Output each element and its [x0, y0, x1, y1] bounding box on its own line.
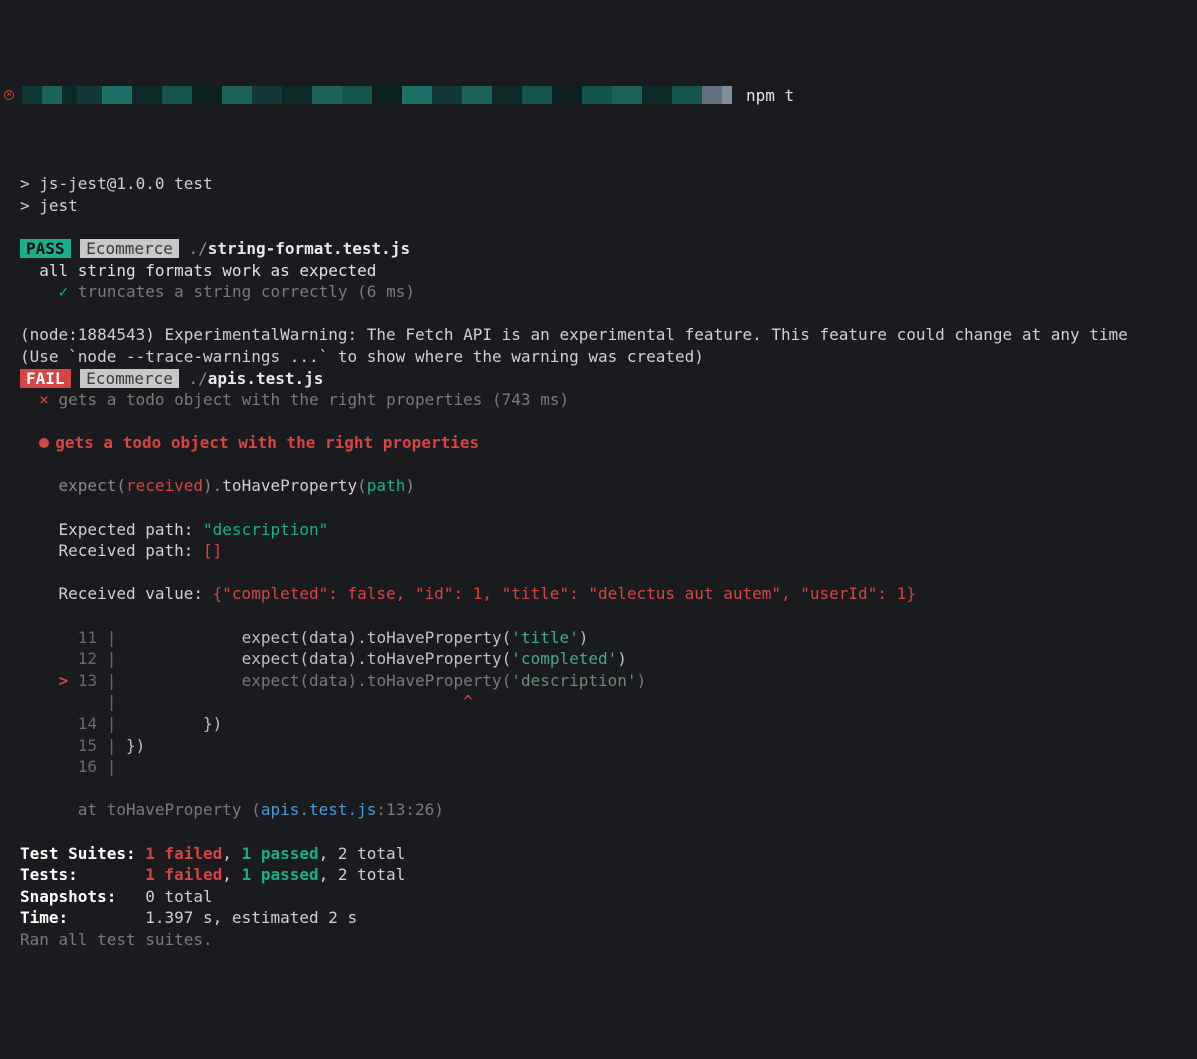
received-path-row: Received path: []: [59, 541, 223, 560]
fail-bullet-icon: [39, 438, 49, 448]
fail-test-title: gets a todo object with the right proper…: [55, 433, 479, 452]
summary-suites: Test Suites: 1 failed, 1 passed, 2 total: [20, 844, 405, 863]
suite-fail-row: FAIL Ecommerce ./apis.test.js: [20, 369, 323, 388]
suite-dir: ./: [189, 369, 208, 388]
suite-pass-row: PASS Ecommerce ./string-format.test.js: [20, 239, 410, 258]
code-caret-line: | ^: [20, 692, 473, 711]
code-line-16: 16 |: [20, 757, 116, 776]
summary-snapshots: Snapshots: 0 total: [20, 887, 213, 906]
node-warning-line-2: (Use `node --trace-warnings ...` to show…: [20, 347, 704, 366]
stack-trace-line: at toHaveProperty (apis.test.js:13:26): [78, 800, 444, 819]
describe-line: all string formats work as expected: [39, 261, 376, 280]
suite-tag: Ecommerce: [80, 369, 179, 388]
summary-tests: Tests: 1 failed, 1 passed, 2 total: [20, 865, 405, 884]
received-value-row: Received value: {"completed": false, "id…: [59, 584, 916, 603]
titlebar-pixel-art: [22, 86, 732, 104]
cross-icon: ×: [39, 390, 49, 409]
matcher-signature: expect(received).toHaveProperty(path): [59, 476, 415, 495]
code-line-12: 12 | expect(data).toHaveProperty('comple…: [20, 649, 627, 668]
check-icon: ✓: [59, 282, 69, 301]
close-icon[interactable]: [4, 90, 14, 100]
npm-script-line: > js-jest@1.0.0 test: [20, 174, 213, 193]
expected-path-row: Expected path: "description": [59, 520, 329, 539]
passed-test-line: truncates a string correctly (6 ms): [78, 282, 415, 301]
failed-test-line: gets a todo object with the right proper…: [59, 390, 570, 409]
error-pointer-icon: >: [59, 671, 69, 690]
suite-file: apis.test.js: [208, 369, 324, 388]
suite-file: string-format.test.js: [208, 239, 410, 258]
code-line-14: 14 | }): [20, 714, 222, 733]
caret-icon: ^: [463, 692, 473, 711]
node-warning-line-1: (node:1884543) ExperimentalWarning: The …: [20, 325, 1128, 344]
window-titlebar: npm t: [0, 86, 1197, 104]
summary-ran: Ran all test suites.: [20, 930, 213, 949]
summary-time: Time: 1.397 s, estimated 2 s: [20, 908, 357, 927]
terminal-output[interactable]: > js-jest@1.0.0 test > jest PASS Ecommer…: [0, 148, 1197, 951]
jest-line: > jest: [20, 196, 78, 215]
code-line-11: 11 | expect(data).toHaveProperty('title'…: [20, 628, 588, 647]
titlebar-command: npm t: [746, 85, 794, 107]
code-line-15: 15 | }): [20, 736, 145, 755]
code-line-13: > 13 | expect(data).toHaveProperty('desc…: [20, 671, 646, 690]
suite-dir: ./: [189, 239, 208, 258]
suite-tag: Ecommerce: [80, 239, 179, 258]
pass-badge: PASS: [20, 239, 71, 258]
fail-badge: FAIL: [20, 369, 71, 388]
